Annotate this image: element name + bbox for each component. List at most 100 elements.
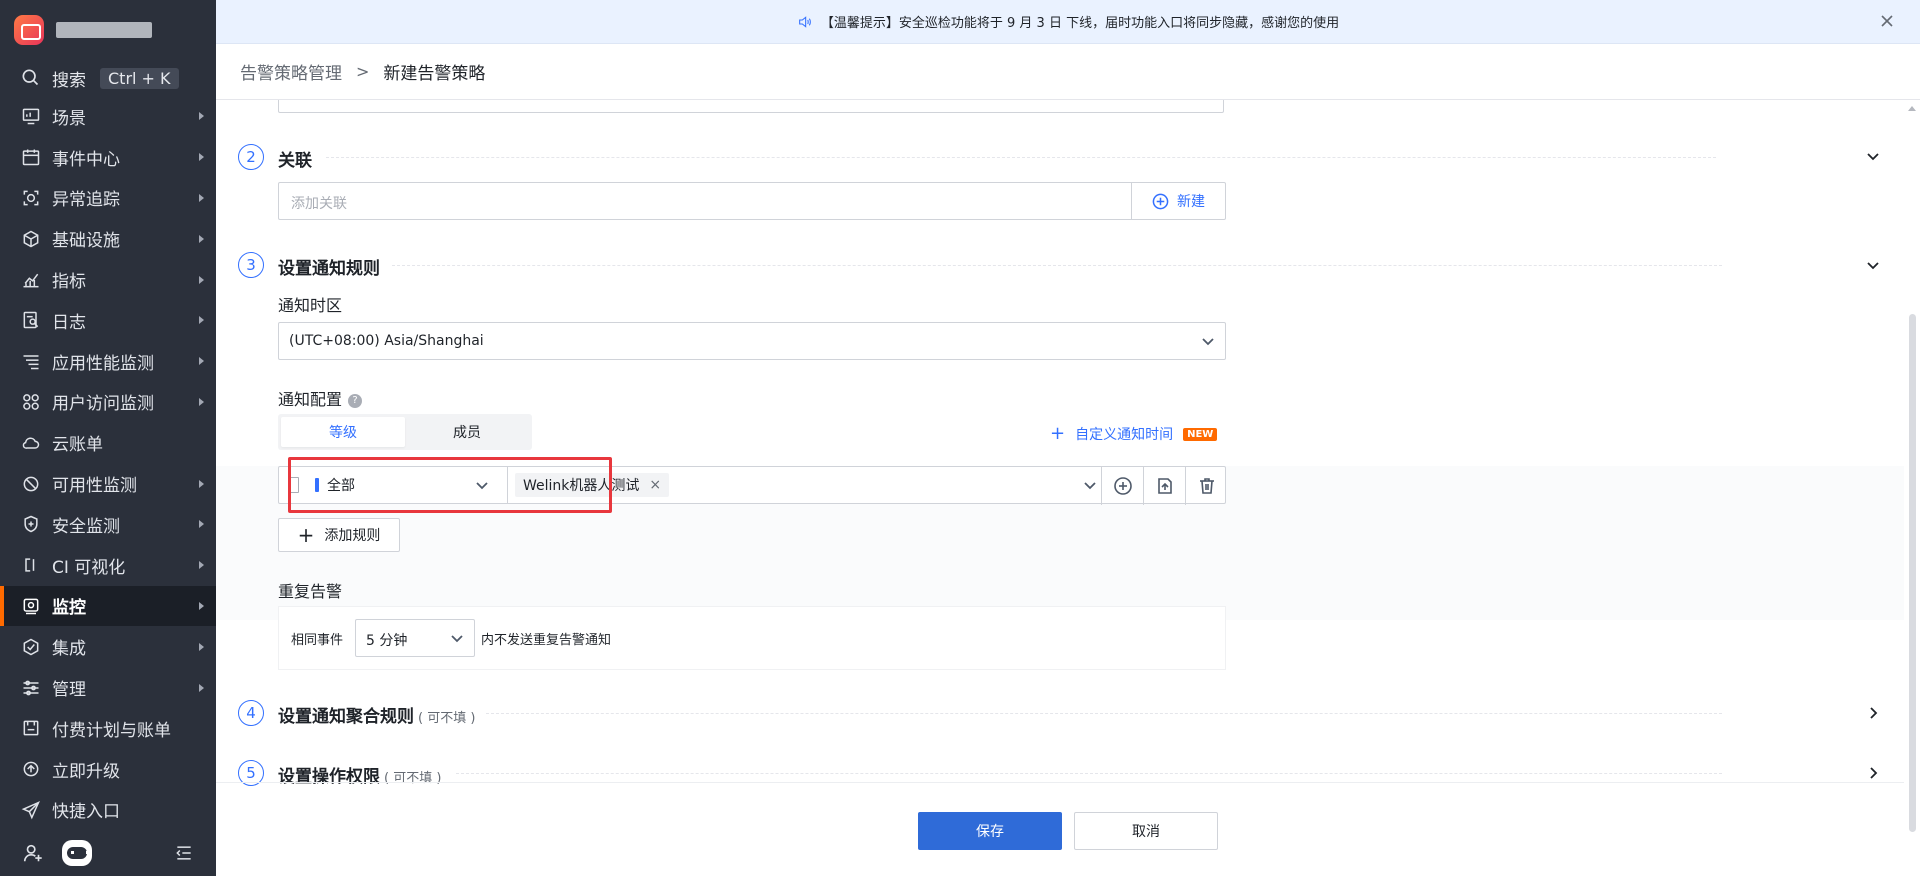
- sidebar-item-label: 异常追踪: [52, 190, 120, 211]
- notice-bar: 【温馨提示】安全巡检功能将于 9 月 3 日 下线，届时功能入口将同步隐藏，感谢…: [216, 0, 1920, 44]
- sidebar-item-billing[interactable]: 付费计划与账单: [0, 708, 216, 749]
- sidebar-item-exception-tracking[interactable]: 异常追踪: [0, 178, 216, 219]
- repeat-suffix-text: 内不发送重复告警通知: [481, 633, 612, 648]
- chevron-right-icon: [199, 193, 204, 202]
- sidebar-item-label: CI 可视化: [52, 557, 126, 578]
- tab-member[interactable]: 成员: [405, 417, 529, 447]
- grid-icon: [20, 391, 42, 413]
- sidebar-item-metrics[interactable]: 指标: [0, 259, 216, 300]
- timezone-label: 通知时区: [278, 296, 343, 315]
- upload-icon: [1155, 476, 1175, 496]
- chevron-down-icon[interactable]: [1866, 149, 1880, 163]
- upgrade-icon: [20, 758, 42, 780]
- interval-select[interactable]: 5 分钟: [355, 619, 475, 657]
- save-button[interactable]: 保存: [918, 812, 1062, 850]
- sidebar-item-rum[interactable]: 用户访问监测: [0, 382, 216, 423]
- sidebar-item-label: 集成: [52, 639, 86, 660]
- divider: [486, 713, 1722, 714]
- sidebar: 搜索 Ctrl + K 场景 事件中心 异常追踪 基础设施 指标 日志 应用性能…: [0, 0, 216, 876]
- sidebar-item-scene[interactable]: 场景: [0, 96, 216, 137]
- send-icon: [20, 799, 42, 821]
- search-shortcut: Ctrl + K: [100, 67, 179, 89]
- step-4-title: 设置通知聚合规则 ( 可不填 ): [278, 702, 475, 727]
- help-icon[interactable]: ?: [348, 394, 363, 408]
- repeat-alert-label: 重复告警: [278, 582, 343, 601]
- chevron-right-icon[interactable]: [1866, 766, 1880, 780]
- workspace-name-redacted[interactable]: [56, 22, 152, 38]
- chevron-right-icon: [199, 357, 204, 366]
- divider: [392, 265, 1722, 266]
- custom-notify-time-link[interactable]: + 自定义通知时间 NEW: [1050, 424, 1218, 444]
- step-4-number: 4: [238, 700, 264, 726]
- sidebar-search[interactable]: 搜索 Ctrl + K: [0, 60, 216, 96]
- new-association-button[interactable]: 新建: [1131, 183, 1225, 219]
- chevron-right-icon: [199, 153, 204, 162]
- collapse-sidebar-icon[interactable]: [174, 843, 194, 863]
- sidebar-item-label: 立即升级: [52, 761, 120, 782]
- step-2-title: 关联: [278, 151, 312, 171]
- shield-icon: [20, 513, 42, 535]
- breadcrumb-separator: >: [356, 62, 370, 81]
- sidebar-item-apm[interactable]: 应用性能监测: [0, 341, 216, 382]
- chevron-right-icon: [199, 520, 204, 529]
- close-icon[interactable]: [1880, 14, 1894, 28]
- sidebar-item-integration[interactable]: 集成: [0, 626, 216, 667]
- chevron-right-icon: [199, 112, 204, 121]
- cancel-button[interactable]: 取消: [1074, 812, 1218, 850]
- scroll-up-arrow[interactable]: [1908, 106, 1916, 111]
- sidebar-menu: 场景 事件中心 异常追踪 基础设施 指标 日志 应用性能监测 用户访问监测 云账…: [0, 96, 216, 830]
- sidebar-item-management[interactable]: 管理: [0, 667, 216, 708]
- sidebar-item-upgrade[interactable]: 立即升级: [0, 749, 216, 790]
- notice-text: 【温馨提示】安全巡检功能将于 9 月 3 日 下线，届时功能入口将同步隐藏，感谢…: [820, 16, 1340, 31]
- add-user-icon[interactable]: [22, 842, 44, 864]
- assistant-robot-icon[interactable]: [62, 840, 92, 866]
- sidebar-item-label: 快捷入口: [52, 802, 120, 823]
- sidebar-item-label: 场景: [52, 108, 86, 129]
- interval-value: 5 分钟: [366, 633, 408, 649]
- chevron-right-icon[interactable]: [1866, 706, 1880, 720]
- sidebar-footer: [0, 830, 216, 876]
- optional-hint: ( 可不填 ): [418, 711, 476, 726]
- sidebar-item-availability[interactable]: 可用性监测: [0, 463, 216, 504]
- upload-button[interactable]: [1143, 467, 1185, 505]
- breadcrumb-parent[interactable]: 告警策略管理: [240, 59, 342, 84]
- sidebar-item-logs[interactable]: 日志: [0, 300, 216, 341]
- monitor-camera-icon: [20, 595, 42, 617]
- association-input[interactable]: 添加关联 新建: [278, 182, 1226, 220]
- chevron-down-icon[interactable]: [1083, 478, 1097, 492]
- add-rule-row-button[interactable]: [1101, 467, 1143, 505]
- sidebar-item-label: 安全监测: [52, 516, 120, 537]
- tab-level[interactable]: 等级: [281, 417, 405, 447]
- ci-icon: [20, 554, 42, 576]
- chevron-down-icon: [1201, 334, 1215, 348]
- tag-close-icon[interactable]: ×: [649, 477, 661, 493]
- log-icon: [20, 309, 42, 331]
- sidebar-item-cloud-billing[interactable]: 云账单: [0, 422, 216, 463]
- scrollbar-thumb[interactable]: [1909, 314, 1916, 832]
- sidebar-item-infrastructure[interactable]: 基础设施: [0, 218, 216, 259]
- sidebar-item-shortcuts[interactable]: 快捷入口: [0, 790, 216, 831]
- chevron-right-icon: [199, 479, 204, 488]
- trash-icon: [1197, 476, 1217, 496]
- sidebar-item-event-center[interactable]: 事件中心: [0, 137, 216, 178]
- sidebar-item-monitor[interactable]: 监控: [0, 585, 216, 627]
- sidebar-item-security[interactable]: 安全监测: [0, 504, 216, 545]
- sidebar-item-ci[interactable]: CI 可视化: [0, 545, 216, 586]
- monitor-icon: [20, 105, 42, 127]
- chevron-down-icon[interactable]: [1866, 258, 1880, 272]
- sidebar-item-label: 基础设施: [52, 231, 120, 252]
- timezone-select[interactable]: (UTC+08:00) Asia/Shanghai: [278, 322, 1226, 360]
- plus-icon: +: [297, 523, 315, 547]
- chart-icon: [20, 269, 42, 291]
- chevron-right-icon: [199, 275, 204, 284]
- sidebar-item-label: 管理: [52, 680, 86, 701]
- sidebar-item-label: 指标: [52, 272, 86, 293]
- add-rule-button[interactable]: + 添加规则: [278, 518, 400, 552]
- list-icon: [20, 350, 42, 372]
- app-logo[interactable]: [14, 15, 44, 45]
- scrollbar[interactable]: [1908, 100, 1916, 876]
- delete-button[interactable]: [1185, 467, 1227, 505]
- custom-notify-time-label: 自定义通知时间: [1075, 427, 1174, 443]
- new-association-label: 新建: [1177, 194, 1205, 210]
- step-3-number: 3: [238, 252, 264, 278]
